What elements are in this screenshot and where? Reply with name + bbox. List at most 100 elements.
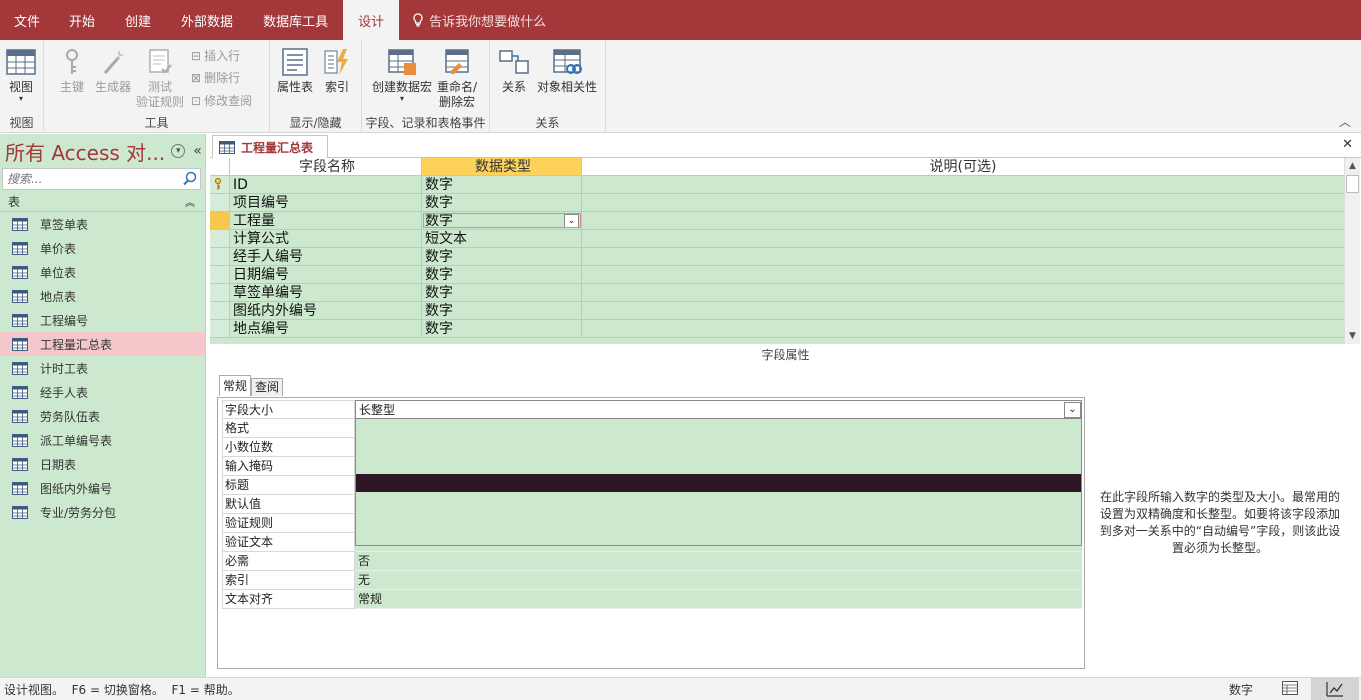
search-icon[interactable] [182, 171, 198, 187]
description-cell[interactable] [582, 284, 1344, 301]
data-type-cell[interactable]: 数字 [422, 284, 582, 301]
document-tab[interactable]: 工程量汇总表 [212, 135, 329, 158]
data-type-cell[interactable]: 数字 [422, 320, 582, 337]
field-row[interactable]: 日期编号 数字 [210, 266, 1344, 284]
primary-key-button[interactable]: 主键 [56, 47, 88, 95]
field-row[interactable]: ID 数字 [210, 176, 1344, 194]
nav-item-table[interactable]: 草签单表 [0, 212, 205, 236]
grid-vertical-scrollbar[interactable]: ▲ ▼ [1344, 158, 1360, 344]
row-selector[interactable] [210, 176, 230, 193]
view-button[interactable]: 视图 ▾ [4, 47, 38, 103]
nav-item-table[interactable]: 地点表 [0, 284, 205, 308]
field-name-cell[interactable]: 草签单编号 [230, 284, 422, 301]
nav-item-table[interactable]: 经手人表 [0, 380, 205, 404]
field-row[interactable]: 计算公式 短文本 [210, 230, 1344, 248]
tab-create[interactable]: 创建 [110, 0, 166, 40]
dropdown-highlighted-option[interactable] [356, 474, 1081, 492]
nav-search-input[interactable] [7, 172, 177, 186]
tab-general[interactable]: 常规 [219, 375, 252, 396]
tab-design[interactable]: 设计 [343, 0, 400, 40]
nav-section-tables[interactable]: 表 ︽ [0, 192, 205, 212]
field-name-cell[interactable]: 经手人编号 [230, 248, 422, 265]
tab-external-data[interactable]: 外部数据 [166, 0, 248, 40]
nav-item-table[interactable]: 图纸内外编号 [0, 476, 205, 500]
row-selector[interactable] [210, 266, 230, 283]
field-name-cell[interactable]: 地点编号 [230, 320, 422, 337]
field-size-dropdown-list[interactable] [355, 418, 1082, 546]
description-cell[interactable] [582, 212, 1344, 229]
row-selector[interactable] [210, 230, 230, 247]
scroll-up-icon[interactable]: ▲ [1345, 158, 1360, 174]
field-row[interactable]: 地点编号 数字 [210, 320, 1344, 338]
field-row[interactable]: 项目编号 数字 [210, 194, 1344, 212]
field-name-cell[interactable]: 项目编号 [230, 194, 422, 211]
field-row[interactable]: 工程量 数字 [210, 212, 1344, 230]
description-cell[interactable] [582, 266, 1344, 283]
description-cell[interactable] [582, 230, 1344, 247]
data-type-cell[interactable]: 数字 [422, 266, 582, 283]
row-selector[interactable] [210, 284, 230, 301]
nav-item-table[interactable]: 派工单编号表 [0, 428, 205, 452]
description-cell[interactable] [582, 248, 1344, 265]
nav-item-table[interactable]: 专业/劳务分包 [0, 500, 205, 524]
indexes-button[interactable]: 索引 [320, 47, 354, 95]
create-data-macros-button[interactable]: 创建数据宏 ▾ [370, 47, 434, 103]
tab-database-tools[interactable]: 数据库工具 [248, 0, 343, 40]
property-row[interactable]: 文本对齐 常规 [222, 590, 1082, 609]
data-type-cell[interactable]: 数字 [422, 212, 582, 229]
data-type-cell[interactable]: 数字 [422, 194, 582, 211]
row-selector[interactable] [210, 212, 230, 229]
nav-item-table[interactable]: 计时工表 [0, 356, 205, 380]
field-name-cell[interactable]: 图纸内外编号 [230, 302, 422, 319]
row-selector[interactable] [210, 248, 230, 265]
nav-item-table[interactable]: 工程量汇总表 [0, 332, 205, 356]
field-size-dropdown-button[interactable]: ⌄ [1064, 402, 1081, 418]
description-cell[interactable] [582, 176, 1344, 193]
test-validation-rules-button[interactable]: 测试 验证规则 [134, 47, 186, 110]
description-cell[interactable] [582, 302, 1344, 319]
field-name-cell[interactable]: 计算公式 [230, 230, 422, 247]
object-dependencies-button[interactable]: 对象相关性 [536, 47, 598, 95]
data-type-cell[interactable]: 短文本 [422, 230, 582, 247]
design-view-button[interactable] [1311, 678, 1359, 700]
nav-item-table[interactable]: 工程编号 [0, 308, 205, 332]
property-row[interactable]: 字段大小 长整型 [222, 400, 1082, 419]
grid-corner[interactable] [210, 158, 230, 175]
field-name-cell[interactable]: 工程量 [230, 212, 422, 229]
datasheet-view-icon[interactable] [1282, 681, 1298, 695]
property-value[interactable]: 无 [355, 571, 1082, 590]
property-value[interactable]: 否 [355, 552, 1082, 571]
property-sheet-button[interactable]: 属性表 [276, 47, 314, 95]
data-type-cell[interactable]: 数字 [422, 176, 582, 193]
property-row[interactable]: 必需否 [222, 552, 1082, 571]
data-type-cell[interactable]: 数字 [422, 248, 582, 265]
modify-lookups-button[interactable]: ⊡ 修改查阅 [191, 92, 252, 109]
row-selector[interactable] [210, 320, 230, 337]
nav-menu-dropdown-icon[interactable]: ▾ [171, 144, 186, 158]
description-cell[interactable] [582, 194, 1344, 211]
property-row[interactable]: 索引无 [222, 571, 1082, 590]
field-row[interactable]: 经手人编号 数字 [210, 248, 1344, 266]
tab-home[interactable]: 开始 [54, 0, 110, 40]
row-selector[interactable] [210, 194, 230, 211]
nav-title[interactable]: 所有 Access 对... [5, 137, 165, 166]
description-cell[interactable] [582, 320, 1344, 337]
tell-me-box[interactable]: 告诉我你想要做什么 [399, 0, 546, 40]
delete-rows-button[interactable]: ⊠ 删除行 [191, 69, 240, 86]
rename-delete-macro-button[interactable]: 重命名/ 删除宏 [434, 47, 480, 110]
nav-item-table[interactable]: 单位表 [0, 260, 205, 284]
property-value[interactable]: 常规 [355, 590, 1082, 609]
scroll-thumb[interactable] [1346, 175, 1359, 193]
nav-item-table[interactable]: 单价表 [0, 236, 205, 260]
close-icon[interactable]: ✕ [1342, 137, 1353, 152]
collapse-pane-icon[interactable]: « [193, 143, 202, 159]
field-row[interactable]: 草签单编号 数字 [210, 284, 1344, 302]
insert-rows-button[interactable]: ⊟ 插入行 [191, 47, 240, 64]
field-name-cell[interactable]: 日期编号 [230, 266, 422, 283]
property-value[interactable]: 长整型 [355, 400, 1082, 419]
field-row[interactable]: 图纸内外编号 数字 [210, 302, 1344, 320]
relationships-button[interactable]: 关系 [498, 47, 530, 95]
nav-item-table[interactable]: 日期表 [0, 452, 205, 476]
field-name-cell[interactable]: ID [230, 176, 422, 193]
tab-lookup[interactable]: 查阅 [251, 378, 284, 396]
